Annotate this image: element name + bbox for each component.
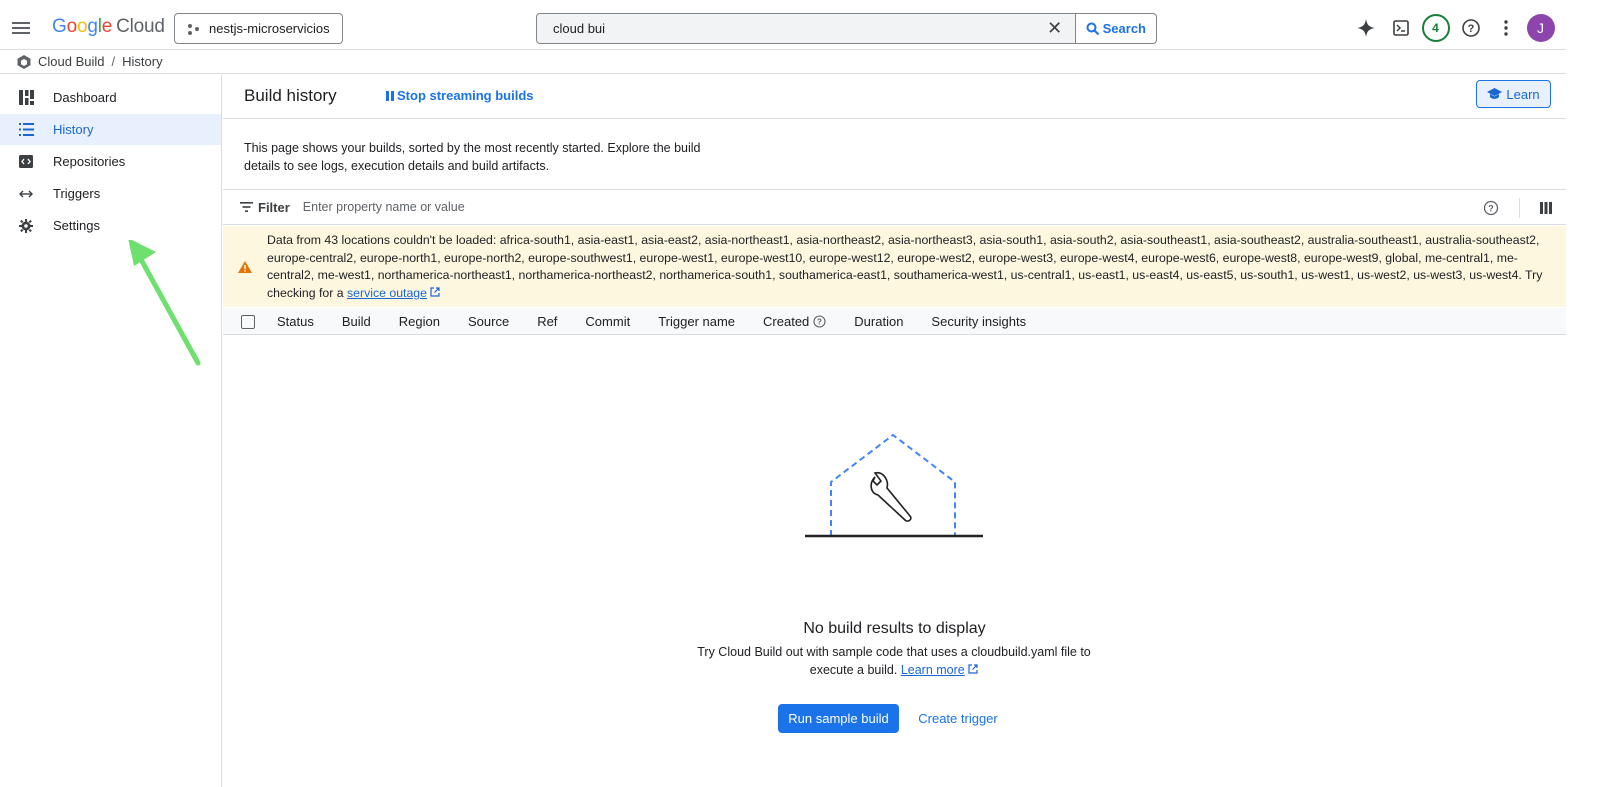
external-link-icon bbox=[430, 287, 440, 297]
clear-search-icon[interactable]: ✕ bbox=[1043, 18, 1067, 39]
sidebar-item-label: Settings bbox=[53, 218, 100, 233]
column-display-icon[interactable] bbox=[1540, 202, 1552, 214]
top-actions: 4 ? J bbox=[1348, 12, 1558, 44]
learn-button[interactable]: Learn bbox=[1476, 80, 1551, 108]
search-input[interactable]: cloud bui bbox=[537, 21, 1043, 36]
empty-state-title: No build results to display bbox=[803, 620, 986, 637]
svg-text:?: ? bbox=[817, 317, 822, 326]
project-name: nestjs-microservicios bbox=[209, 21, 330, 36]
created-help-icon[interactable]: ? bbox=[813, 314, 826, 328]
top-app-bar: Google Cloud nestjs-microservicios cloud … bbox=[0, 7, 1566, 50]
column-created[interactable]: Created ? bbox=[763, 314, 826, 329]
column-trigger-name[interactable]: Trigger name bbox=[658, 314, 735, 329]
main-menu-icon[interactable] bbox=[12, 19, 30, 37]
external-link-icon bbox=[968, 664, 978, 674]
breadcrumb-page: History bbox=[122, 54, 163, 69]
filter-input[interactable]: Enter property name or value bbox=[303, 200, 465, 214]
page-title: Build history bbox=[244, 86, 337, 105]
sidebar-item-label: Triggers bbox=[53, 186, 101, 201]
breadcrumb-product[interactable]: Cloud Build bbox=[38, 54, 105, 69]
search-icon bbox=[1086, 22, 1099, 35]
column-source[interactable]: Source bbox=[468, 314, 509, 329]
sidebar: Dashboard History Repositories Triggers … bbox=[0, 75, 222, 787]
svg-text:?: ? bbox=[1488, 204, 1494, 214]
warning-text: Data from 43 locations couldn't be loade… bbox=[267, 233, 1543, 301]
stop-streaming-button[interactable]: Stop streaming builds bbox=[386, 88, 534, 103]
column-status[interactable]: Status bbox=[277, 314, 314, 329]
settings-gear-icon bbox=[18, 218, 34, 234]
create-trigger-button[interactable]: Create trigger bbox=[911, 704, 1005, 733]
google-cloud-logo[interactable]: Google Cloud bbox=[52, 16, 165, 38]
run-sample-build-button[interactable]: Run sample build bbox=[778, 704, 899, 733]
filter-icon bbox=[240, 202, 253, 212]
triggers-icon bbox=[18, 186, 34, 202]
divider bbox=[1519, 198, 1520, 218]
project-picker[interactable]: nestjs-microservicios bbox=[174, 13, 343, 44]
gemini-sparkle-icon[interactable] bbox=[1348, 12, 1383, 44]
learn-more-link[interactable]: Learn more bbox=[901, 663, 965, 677]
page-header: Build history Stop streaming builds Lear… bbox=[223, 75, 1566, 119]
project-nodes-icon bbox=[187, 22, 201, 36]
builds-table-header: Status Build Region Source Ref Commit Tr… bbox=[223, 308, 1566, 335]
service-outage-link[interactable]: service outage bbox=[347, 286, 427, 300]
cloud-build-icon bbox=[17, 54, 31, 69]
repositories-icon bbox=[18, 154, 34, 170]
sidebar-item-settings[interactable]: Settings bbox=[0, 210, 221, 241]
sidebar-item-dashboard[interactable]: Dashboard bbox=[0, 82, 221, 113]
pause-icon bbox=[386, 90, 394, 101]
school-cap-icon bbox=[1487, 88, 1503, 99]
warning-icon bbox=[223, 226, 267, 307]
svg-text:?: ? bbox=[1467, 23, 1474, 35]
filter-label[interactable]: Filter bbox=[240, 200, 290, 215]
column-security-insights[interactable]: Security insights bbox=[931, 314, 1026, 329]
sidebar-item-label: Dashboard bbox=[53, 90, 117, 105]
breadcrumb: Cloud Build / History bbox=[0, 50, 1566, 74]
search-bar[interactable]: cloud bui ✕ Search bbox=[536, 13, 1157, 44]
column-duration[interactable]: Duration bbox=[854, 314, 903, 329]
page-description: This page shows your builds, sorted by t… bbox=[244, 141, 701, 173]
sidebar-item-label: History bbox=[53, 122, 94, 137]
dashboard-icon bbox=[18, 90, 34, 106]
more-options-icon[interactable] bbox=[1488, 12, 1523, 44]
select-all-checkbox[interactable] bbox=[241, 315, 255, 329]
empty-build-illustration bbox=[805, 433, 983, 538]
history-list-icon bbox=[18, 122, 34, 138]
location-warning-banner: Data from 43 locations couldn't be loade… bbox=[223, 226, 1566, 307]
column-commit[interactable]: Commit bbox=[585, 314, 630, 329]
search-button[interactable]: Search bbox=[1074, 14, 1156, 43]
column-build[interactable]: Build bbox=[342, 314, 371, 329]
account-avatar[interactable]: J bbox=[1523, 12, 1558, 44]
sidebar-item-history[interactable]: History bbox=[0, 114, 221, 145]
annotation-arrow-icon bbox=[128, 240, 201, 366]
column-ref[interactable]: Ref bbox=[537, 314, 557, 329]
main-content: Build history Stop streaming builds Lear… bbox=[223, 75, 1566, 787]
sidebar-item-triggers[interactable]: Triggers bbox=[0, 178, 221, 209]
empty-state-subtitle: Try Cloud Build out with sample code tha… bbox=[697, 645, 1091, 677]
filter-help-icon[interactable]: ? bbox=[1483, 200, 1499, 216]
sidebar-item-label: Repositories bbox=[53, 154, 126, 169]
sidebar-item-repositories[interactable]: Repositories bbox=[0, 146, 221, 177]
cloud-shell-terminal-icon[interactable] bbox=[1383, 12, 1418, 44]
filter-bar: Filter Enter property name or value ? bbox=[223, 189, 1566, 225]
column-region[interactable]: Region bbox=[399, 314, 440, 329]
help-icon[interactable]: ? bbox=[1453, 12, 1488, 44]
breadcrumb-separator: / bbox=[111, 54, 116, 69]
notifications-badge[interactable]: 4 bbox=[1418, 12, 1453, 44]
